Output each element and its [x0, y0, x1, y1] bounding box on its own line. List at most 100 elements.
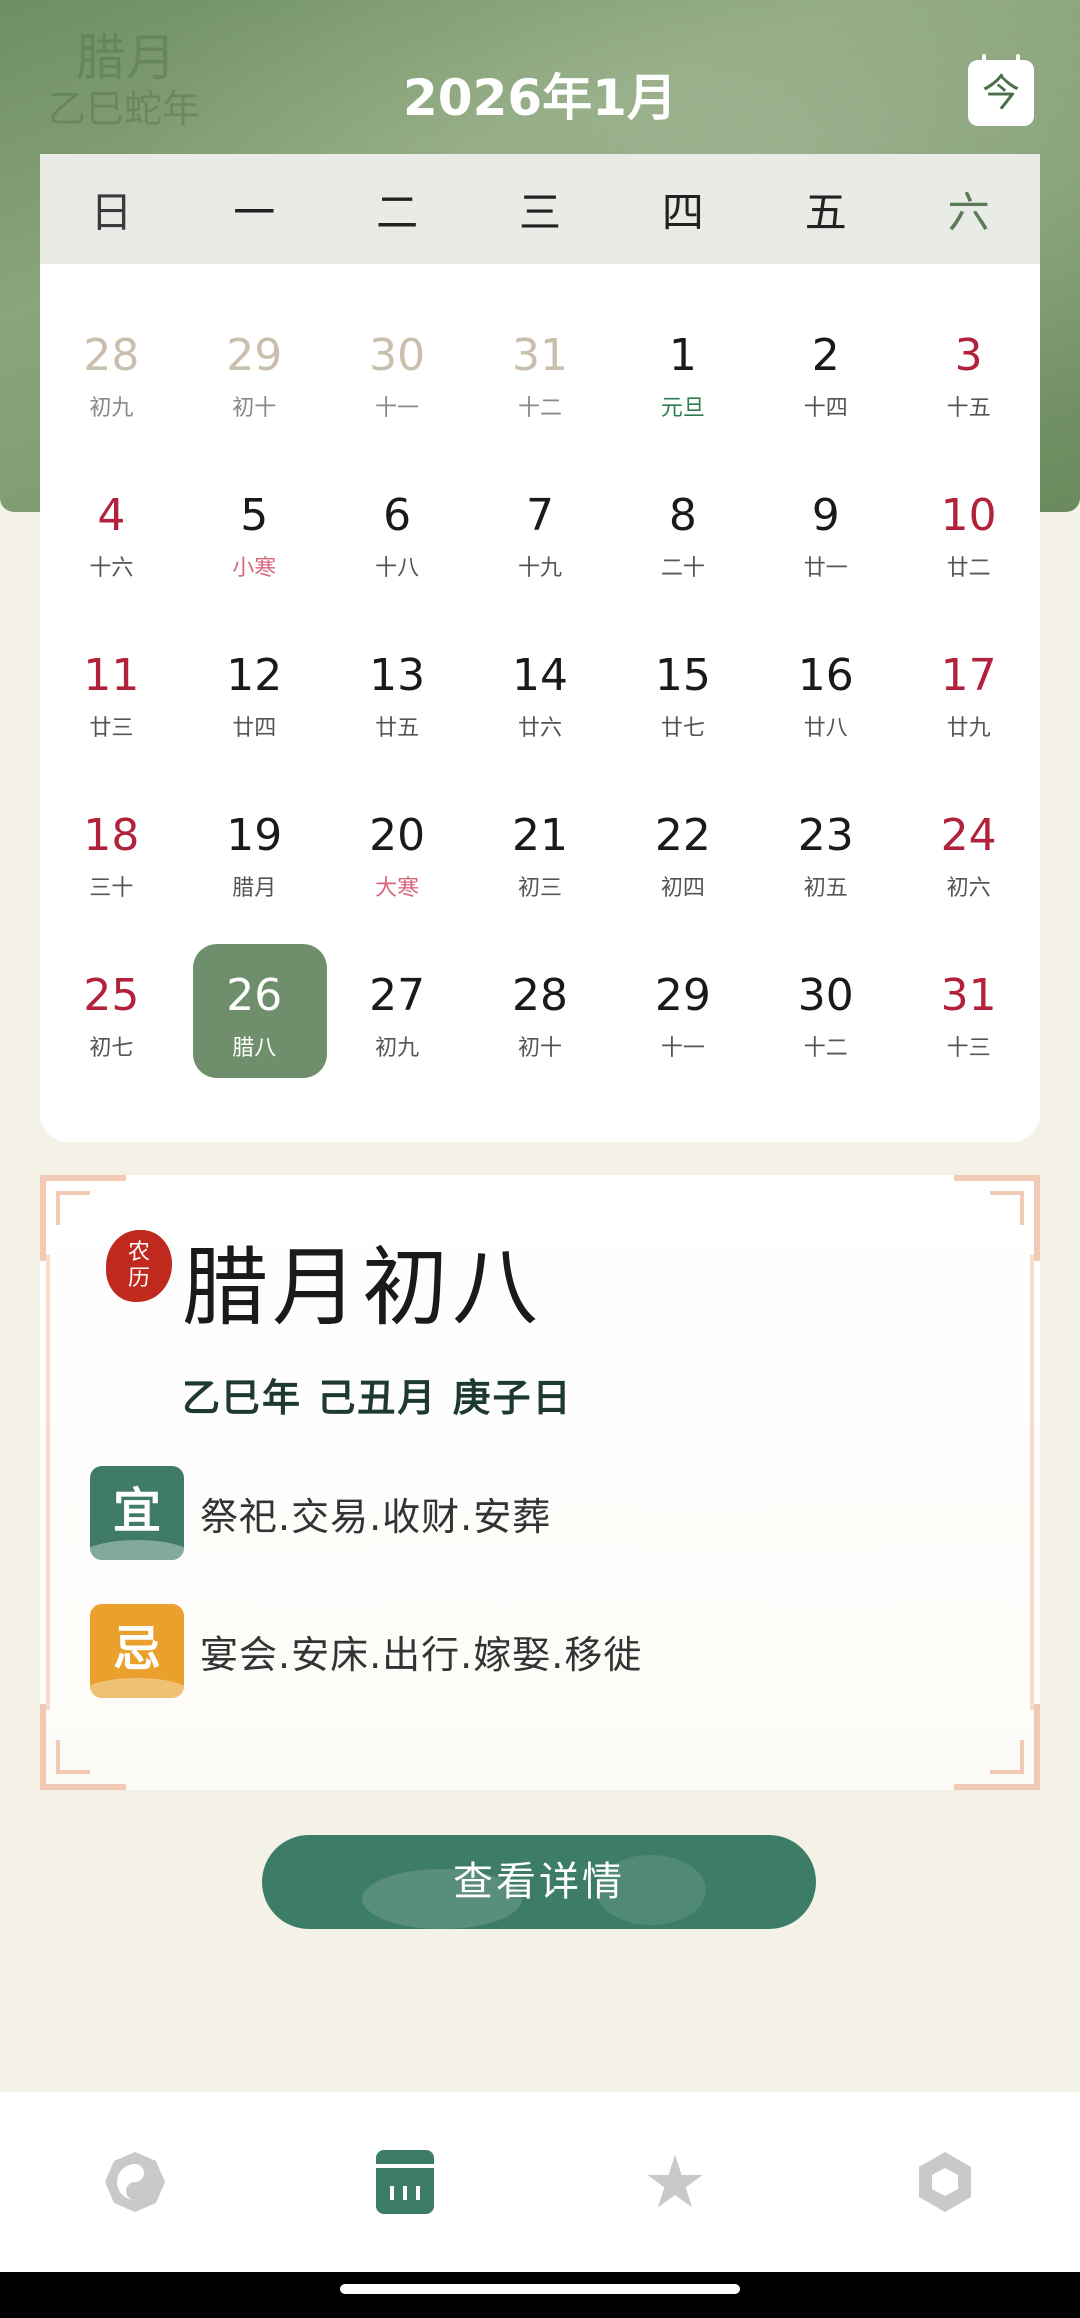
calendar-day[interactable]: 9 廿一: [754, 434, 897, 594]
calendar-day[interactable]: 25 初七: [40, 914, 183, 1074]
hexagon-icon: [919, 2152, 971, 2212]
lunar-date-title: 腊月初八: [182, 1238, 542, 1338]
lunar-day: 初九: [89, 396, 134, 421]
calendar-week-row: 18 三十 19 腊月 20 大寒 21 初三 22 初四 23 初五 24 初六: [40, 754, 1040, 914]
lunar-seal-icon: 农 历: [106, 1230, 172, 1302]
home-indicator[interactable]: [0, 2272, 1080, 2318]
day-number: 30: [797, 970, 854, 1021]
ganzhi-text: 乙巳年 己丑月 庚子日: [182, 1376, 573, 1420]
lunar-day: 十六: [89, 556, 134, 581]
calendar-day[interactable]: 14 廿六: [469, 594, 612, 754]
lunar-day: 廿二: [946, 556, 991, 581]
calendar-day[interactable]: 24 初六: [897, 754, 1040, 914]
lunar-day: 廿八: [803, 716, 848, 741]
seal-char: 历: [127, 1266, 150, 1291]
calendar-day[interactable]: 28 初九: [40, 274, 183, 434]
calendar-week-row: 4 十六 5 小寒 6 十八 7 十九 8 二十 9 廿一 10 廿二: [40, 434, 1040, 594]
day-detail-card: 农 历 腊月初八 乙巳年 己丑月 庚子日 宜 祭祀.交易.收财.安葬 忌 宴会.…: [40, 1175, 1040, 1790]
day-number: 31: [512, 330, 568, 381]
day-number: 15: [654, 650, 711, 701]
day-number: 6: [383, 490, 412, 541]
calendar-day[interactable]: 16 廿八: [754, 594, 897, 754]
calendar-day[interactable]: 5 小寒: [183, 434, 326, 594]
tab-bagua[interactable]: [0, 2092, 270, 2272]
frame-border: [1030, 1255, 1034, 1710]
lunar-day: 初七: [89, 1036, 134, 1061]
day-number: 5: [240, 490, 269, 541]
calendar-day[interactable]: 21 初三: [469, 754, 612, 914]
day-number: 16: [797, 650, 854, 701]
calendar-day[interactable]: 30 十二: [754, 914, 897, 1074]
calendar-day[interactable]: 23 初五: [754, 754, 897, 914]
calendar-day[interactable]: 10 廿二: [897, 434, 1040, 594]
calendar-day[interactable]: 11 廿三: [40, 594, 183, 754]
calendar-day[interactable]: 28 初十: [469, 914, 612, 1074]
calendar-day[interactable]: 6 十八: [326, 434, 469, 594]
day-number: 9: [811, 490, 840, 541]
lunar-day: 初九: [375, 1036, 420, 1061]
lunar-day: 三十: [89, 876, 134, 901]
view-details-button[interactable]: 查看详情: [262, 1835, 816, 1929]
calendar-day[interactable]: 19 腊月: [183, 754, 326, 914]
lunar-day: 十八: [375, 556, 420, 581]
lunar-day: 十二: [803, 1036, 848, 1061]
calendar-day[interactable]: 29 初十: [183, 274, 326, 434]
seal-char: 农: [127, 1240, 150, 1265]
day-number: 26: [226, 970, 283, 1021]
calendar-day[interactable]: 29 十一: [611, 914, 754, 1074]
calendar-day[interactable]: 7 十九: [469, 434, 612, 594]
calendar-day[interactable]: 2 十四: [754, 274, 897, 434]
calendar-day[interactable]: 12 廿四: [183, 594, 326, 754]
calendar-day[interactable]: 18 三十: [40, 754, 183, 914]
calendar-day[interactable]: 1 元旦: [611, 274, 754, 434]
lunar-day: 十三: [946, 1036, 991, 1061]
calendar-day[interactable]: 31 十三: [897, 914, 1040, 1074]
lunar-day: 十一: [660, 1036, 705, 1061]
calendar-day[interactable]: 30 十一: [326, 274, 469, 434]
bagua-icon: [105, 2152, 165, 2212]
calendar-day[interactable]: 27 初九: [326, 914, 469, 1074]
day-number: 29: [226, 330, 283, 381]
tab-calendar[interactable]: [270, 2092, 540, 2272]
calendar-day[interactable]: 17 廿九: [897, 594, 1040, 754]
lunar-day: 初四: [660, 876, 705, 901]
day-number: 24: [940, 810, 997, 861]
lunar-day: 初六: [946, 876, 991, 901]
calendar-day[interactable]: 3 十五: [897, 274, 1040, 434]
lunar-day: 腊月: [232, 876, 277, 901]
calendar-day[interactable]: 13 廿五: [326, 594, 469, 754]
calendar-day[interactable]: 15 廿七: [611, 594, 754, 754]
yi-row: 宜 祭祀.交易.收财.安葬: [90, 1465, 551, 1561]
lunar-day: 廿五: [375, 716, 420, 741]
day-number: 11: [83, 650, 140, 701]
ji-row: 忌 宴会.安床.出行.嫁娶.移徙: [90, 1603, 642, 1699]
calendar-day[interactable]: 4 十六: [40, 434, 183, 594]
frame-corner-ornament: [40, 1704, 126, 1790]
day-number: 12: [226, 650, 283, 701]
day-number: 19: [226, 810, 283, 861]
calendar-day[interactable]: 20 大寒: [326, 754, 469, 914]
day-number: 4: [97, 490, 126, 541]
calendar-day[interactable]: 22 初四: [611, 754, 754, 914]
frame-border: [46, 1255, 50, 1710]
calendar-day-selected[interactable]: 26 腊八: [183, 914, 327, 1078]
calendar-day[interactable]: 8 二十: [611, 434, 754, 594]
day-number: 17: [940, 650, 997, 701]
tab-profile[interactable]: [810, 2092, 1080, 2272]
day-number: 29: [654, 970, 711, 1021]
tab-favorites[interactable]: ★: [540, 2092, 810, 2272]
yi-badge-icon: 宜: [90, 1466, 184, 1560]
month-title[interactable]: 2026年1月: [0, 58, 1080, 130]
calendar-grid: 28 初九 29 初十 30 十一 31 十二 1 元旦 2 十四 3 十五 4 十六 5 小寒 6 十八 7 十九 8 二十…: [40, 264, 1040, 1078]
today-button[interactable]: 今: [968, 54, 1034, 126]
calendar-day[interactable]: 31 十二: [469, 274, 612, 434]
day-number: 10: [940, 490, 997, 541]
calendar-week-row: 11 廿三 12 廿四 13 廿五 14 廿六 15 廿七 16 廿八 17 廿九: [40, 594, 1040, 754]
lunar-day: 大寒: [375, 876, 420, 901]
lunar-day: 小寒: [232, 556, 277, 581]
ji-badge-icon: 忌: [90, 1604, 184, 1698]
day-number: 13: [369, 650, 426, 701]
lunar-day: 腊八: [232, 1036, 277, 1061]
ji-activities: 宴会.安床.出行.嫁娶.移徙: [200, 1632, 643, 1677]
frame-corner-ornament: [954, 1175, 1040, 1261]
